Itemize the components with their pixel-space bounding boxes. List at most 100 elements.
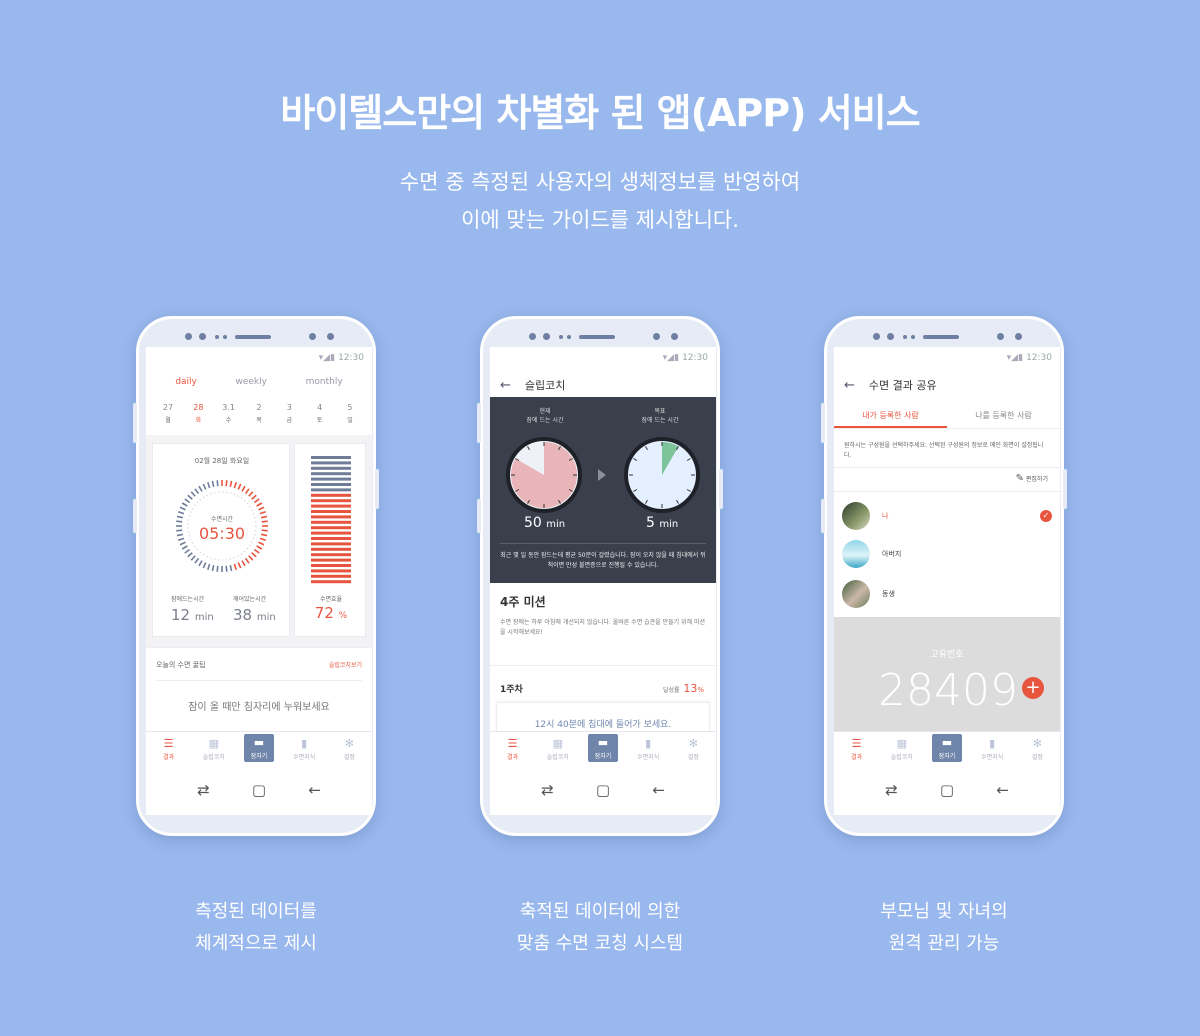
- tab-weekly[interactable]: weekly: [236, 377, 267, 393]
- back-arrow-icon[interactable]: ←: [844, 378, 855, 393]
- gear-icon: ✻: [344, 737, 355, 750]
- date-item[interactable]: 3금: [277, 403, 301, 424]
- nav-sleep[interactable]: ▬ 잠자기: [924, 734, 969, 772]
- nav-knowledge[interactable]: ▮ 수면지식: [970, 738, 1015, 772]
- tab-registered-by-me[interactable]: 내가 등록한 사람: [834, 401, 947, 428]
- back-icon[interactable]: ←: [652, 781, 665, 799]
- efficiency-bar: [311, 564, 351, 567]
- awake-label: 깨어있는시간: [233, 596, 267, 603]
- status-bar: ▾◢▮ 12:30: [318, 353, 364, 363]
- efficiency-bar: [311, 493, 351, 497]
- page-title: 수면 결과 공유: [868, 379, 937, 392]
- ring-tick: [190, 555, 196, 561]
- ring-tick: [190, 491, 196, 497]
- back-icon[interactable]: ←: [996, 781, 1009, 799]
- home-icon[interactable]: ▢: [940, 781, 954, 799]
- ring-tick: [187, 552, 193, 558]
- fall-asleep-label: 잠에드는시간: [171, 596, 205, 603]
- current-label: 현재 잠에 드는 시간: [526, 408, 564, 424]
- week-section: 1주차 달성률 13% 12시 40분에 침대에 들어가 보세요.: [490, 665, 716, 742]
- ring-tick: [179, 506, 186, 511]
- ring-tick: [216, 480, 219, 487]
- coach-panel: 현재 잠에 드는 시간 목표 잠에 드는 시간 50 min 5 min 최근 몇 …: [490, 397, 716, 583]
- week-task[interactable]: 12시 40분에 침대에 들어가 보세요.: [497, 703, 709, 730]
- date-item[interactable]: 4토: [308, 403, 332, 424]
- subtitle-line2: 이에 맞는 가이드를 제시합니다.: [461, 208, 739, 232]
- sleep-summary-card: 02월 28일 화요일 수면시간 05:30 잠에드는시간 12 min 깨어있…: [152, 443, 290, 637]
- nav-knowledge[interactable]: ▮ 수면지식: [282, 738, 327, 772]
- back-icon[interactable]: ←: [308, 781, 321, 799]
- nav-sleep[interactable]: ▬ 잠자기: [580, 734, 625, 772]
- nav-results[interactable]: ☰ 결과: [834, 738, 879, 772]
- efficiency-value: 72 %: [314, 604, 348, 622]
- efficiency-bar: [311, 531, 351, 535]
- fall-asleep-value: 12 min: [171, 606, 214, 624]
- tab-daily[interactable]: daily: [175, 377, 197, 393]
- ring-tick: [256, 502, 263, 507]
- home-icon[interactable]: ▢: [596, 781, 610, 799]
- nav-sleep-coach[interactable]: ▦ 슬립코치: [879, 738, 924, 772]
- nav-sleep[interactable]: ▬ 잠자기: [236, 734, 281, 772]
- add-button[interactable]: +: [1022, 677, 1044, 699]
- efficiency-bar: [311, 504, 351, 508]
- nav-settings[interactable]: ✻ 설정: [1015, 738, 1060, 772]
- home-icon[interactable]: ▢: [252, 781, 266, 799]
- recents-icon[interactable]: ⇄: [885, 781, 898, 799]
- tab-monthly[interactable]: monthly: [306, 377, 343, 393]
- nav-results[interactable]: ☰ 결과: [146, 738, 191, 772]
- efficiency-bar: [311, 542, 351, 546]
- tab-registered-me[interactable]: 나를 등록한 사람: [947, 401, 1060, 428]
- edit-button[interactable]: ✎ 편집하기: [1016, 473, 1048, 484]
- nav-settings[interactable]: ✻ 설정: [327, 738, 372, 772]
- member-row[interactable]: 나 ✓: [842, 499, 1052, 533]
- nav-settings[interactable]: ✻ 설정: [671, 738, 716, 772]
- efficiency-bar: [311, 553, 351, 557]
- ring-tick: [233, 482, 237, 489]
- calendar-icon: ▦: [552, 737, 563, 750]
- ring-tick: [194, 557, 200, 564]
- avatar: [842, 580, 870, 608]
- bar-chart-icon: ☰: [851, 737, 862, 750]
- date-item[interactable]: 5일: [338, 403, 362, 424]
- member-row[interactable]: 아버지: [842, 537, 1052, 571]
- efficiency-bar: [311, 537, 351, 540]
- ring-tick: [241, 560, 246, 567]
- ring-tick: [233, 563, 237, 570]
- caption-3: 부모님 및 자녀의 원격 관리 가능: [880, 901, 1008, 954]
- ring-tick: [202, 483, 207, 490]
- page-title: 슬립코치: [524, 379, 566, 392]
- subtitle-line1: 수면 중 측정된 사용자의 생체정보를 반영하여: [399, 170, 801, 194]
- efficiency-bar: [311, 558, 351, 562]
- date-item[interactable]: 2목: [247, 403, 271, 424]
- headline: 바이텔스만의 차별화 된 앱(APP) 서비스: [280, 91, 920, 135]
- nav-results[interactable]: ☰ 결과: [490, 738, 535, 772]
- awake-value: 38 min: [233, 606, 276, 624]
- member-row[interactable]: 동생: [842, 577, 1052, 611]
- date-strip: 27 월 28 화 3.1 수 2목 3금 4토 5일: [146, 393, 372, 424]
- date-item-selected[interactable]: 28 화: [186, 403, 210, 424]
- gear-icon: ✻: [688, 737, 699, 750]
- recents-icon[interactable]: ⇄: [541, 781, 554, 799]
- nav-sleep-coach[interactable]: ▦ 슬립코치: [191, 738, 236, 772]
- efficiency-bar: [311, 510, 351, 513]
- date-item[interactable]: 3.1 수: [217, 403, 241, 424]
- bar-chart-icon: ☰: [163, 737, 174, 750]
- nav-sleep-coach[interactable]: ▦ 슬립코치: [535, 738, 580, 772]
- sleep-coach-link[interactable]: 슬립코치보기: [329, 660, 362, 669]
- phone-sleep-coach: ▾◢▮ 12:30 ← 슬립코치 현재 잠에 드는 시간 목표 잠에 드는 시간 50…: [477, 316, 723, 836]
- bottom-nav: ☰ 결과 ▦ 슬립코치 ▬ 잠자기 ▮ 수면지식 ✻ 설정 ⇄ ▢ ←: [834, 731, 1060, 815]
- ring-tick: [253, 548, 260, 554]
- efficiency-bar: [311, 466, 351, 470]
- recents-icon[interactable]: ⇄: [197, 781, 210, 799]
- ring-tick: [225, 480, 228, 487]
- date-item[interactable]: 27 월: [156, 403, 180, 424]
- ring-tick: [256, 545, 263, 550]
- uid-label: 고유번호: [930, 650, 964, 660]
- nav-knowledge[interactable]: ▮ 수면지식: [626, 738, 671, 772]
- ring-tick: [198, 485, 203, 492]
- efficiency-bar: [311, 477, 351, 481]
- calendar-icon: ▦: [208, 737, 219, 750]
- arrow-right-icon: [598, 469, 606, 481]
- ring-tick: [184, 548, 191, 554]
- back-arrow-icon[interactable]: ←: [500, 378, 511, 393]
